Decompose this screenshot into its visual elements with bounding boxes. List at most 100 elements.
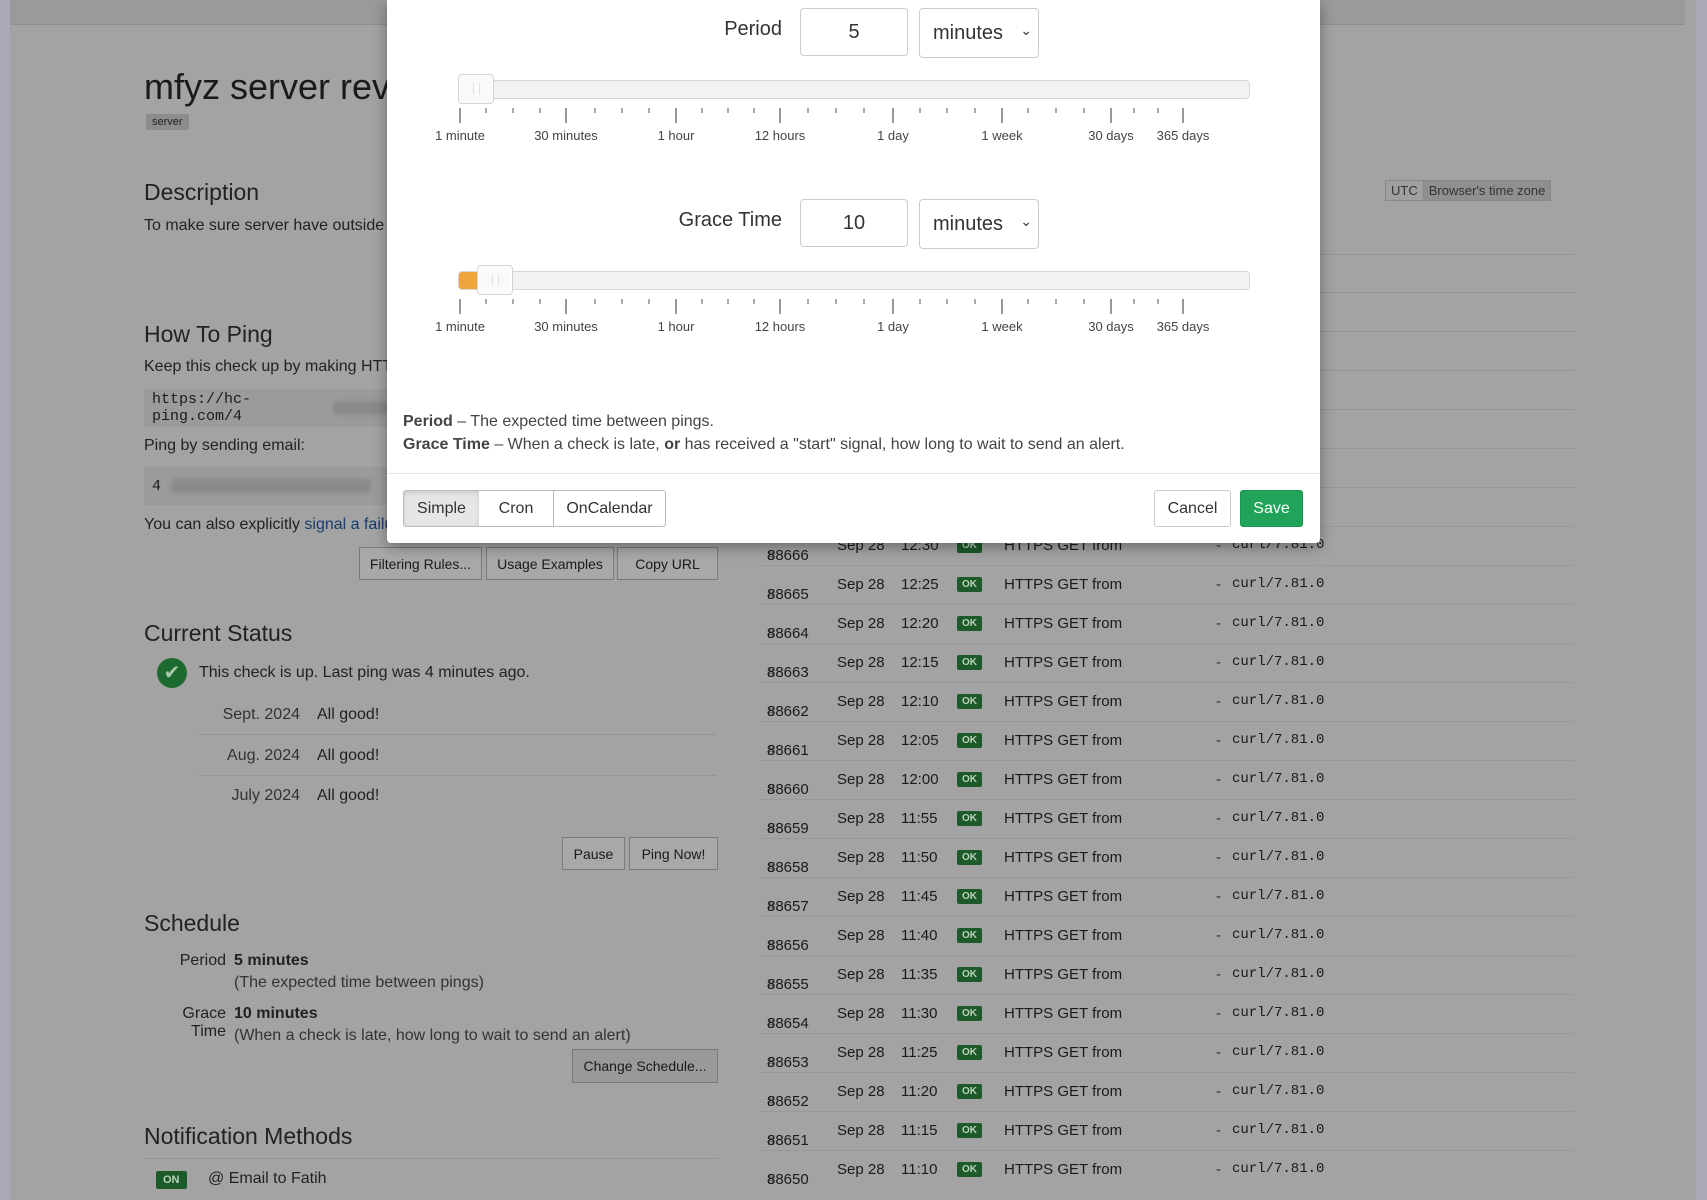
ping-event: HTTPS GET from: [1004, 849, 1123, 866]
grace-unit-select[interactable]: minutes ⌄: [919, 199, 1039, 249]
ping-event: HTTPS GET from: [1004, 1005, 1123, 1022]
ping-email-box[interactable]: 4: [144, 467, 398, 505]
mode-cron-button[interactable]: Cron: [479, 490, 554, 527]
ping-url-box[interactable]: https://hc-ping.com/4: [144, 389, 398, 427]
slider-minor-tick: [512, 299, 514, 304]
ping-date: Sep 28: [837, 927, 885, 944]
ping-status-badge: OK: [957, 733, 982, 748]
slider-minor-tick: [1055, 299, 1057, 304]
grace-time-input[interactable]: 10: [800, 199, 908, 247]
ping-event: HTTPS GET from: [1004, 927, 1123, 944]
scrollbar[interactable]: [1685, 0, 1696, 1200]
period-input[interactable]: 5: [800, 8, 908, 56]
mode-simple-button[interactable]: Simple: [403, 490, 480, 527]
notification-on-badge[interactable]: ON: [156, 1171, 187, 1189]
slider-tick-label: 1 minute: [435, 128, 485, 143]
ping-time: 12:25: [901, 576, 939, 593]
notification-method: @ Email to Fatih: [208, 1170, 327, 1187]
ping-time: 11:10: [901, 1161, 938, 1178]
copy-url-button[interactable]: Copy URL: [617, 547, 718, 580]
ping-time: 12:20: [901, 615, 939, 632]
ping-row[interactable]: #88665 Sep 28 12:25 OK HTTPS GET from - curl/7…: [760, 565, 1575, 605]
ping-row[interactable]: #88651 Sep 28 11:15 OK HTTPS GET from - curl/7…: [760, 1111, 1575, 1151]
ping-row[interactable]: #88663 Sep 28 12:15 OK HTTPS GET from - curl/7…: [760, 643, 1575, 683]
ping-now-button[interactable]: Ping Now!: [629, 837, 718, 870]
ping-row[interactable]: #88655 Sep 28 11:35 OK HTTPS GET from - curl/7…: [760, 955, 1575, 995]
ping-row[interactable]: #88662 Sep 28 12:10 OK HTTPS GET from - curl/7…: [760, 682, 1575, 722]
slider-tick-label: 30 minutes: [534, 319, 598, 334]
slider-minor-tick: [621, 108, 623, 113]
ping-row[interactable]: #88661 Sep 28 12:05 OK HTTPS GET from - curl/7…: [760, 721, 1575, 761]
ping-date: Sep 28: [837, 1161, 885, 1178]
ping-row[interactable]: #88652 Sep 28 11:20 OK HTTPS GET from - curl/7…: [760, 1072, 1575, 1112]
check-tag[interactable]: server: [146, 114, 189, 130]
ping-user-agent: curl/7.81.0: [1232, 927, 1325, 943]
ping-row[interactable]: #88654 Sep 28 11:30 OK HTTPS GET from - curl/7…: [760, 994, 1575, 1034]
filtering-rules-button[interactable]: Filtering Rules...: [359, 547, 482, 580]
slider-tick-label: 1 week: [981, 128, 1023, 143]
browser-timezone-toggle[interactable]: Browser's time zone: [1423, 180, 1552, 201]
ping-email: 4: [152, 477, 162, 495]
save-button[interactable]: Save: [1240, 490, 1303, 527]
slider-minor-tick: [919, 299, 921, 304]
ping-status-badge: OK: [957, 928, 982, 943]
grace-slider-track[interactable]: [458, 271, 1250, 290]
signal-failure-link[interactable]: signal a failu: [304, 516, 393, 533]
ping-row[interactable]: #88657 Sep 28 11:45 OK HTTPS GET from - curl/7…: [760, 877, 1575, 917]
ping-row[interactable]: #88650 Sep 28 11:10 OK HTTPS GET from - curl/7…: [760, 1150, 1575, 1190]
ping-time: 11:45: [901, 888, 938, 905]
change-schedule-button[interactable]: Change Schedule...: [572, 1049, 718, 1083]
grace-slider-handle[interactable]: [477, 265, 513, 295]
slider-minor-tick: [835, 299, 837, 304]
ping-status-badge: OK: [957, 577, 982, 592]
divider: [144, 1158, 718, 1159]
ping-row[interactable]: #88656 Sep 28 11:40 OK HTTPS GET from - curl/7…: [760, 916, 1575, 956]
mode-oncalendar-button[interactable]: OnCalendar: [554, 490, 666, 527]
description-text: To make sure server have outside: [144, 217, 385, 234]
ping-status-badge: OK: [957, 1006, 982, 1021]
slider-minor-tick: [648, 299, 650, 304]
slider-tick-label: 30 days: [1088, 319, 1134, 334]
cancel-button[interactable]: Cancel: [1154, 490, 1231, 527]
ping-row[interactable]: #88658 Sep 28 11:50 OK HTTPS GET from - curl/7…: [760, 838, 1575, 878]
ping-row[interactable]: #88653 Sep 28 11:25 OK HTTPS GET from - curl/7…: [760, 1033, 1575, 1073]
slider-minor-tick: [594, 299, 596, 304]
slider-minor-tick: [1027, 108, 1029, 113]
ping-event: HTTPS GET from: [1004, 654, 1123, 671]
ping-dash: -: [1216, 576, 1221, 593]
schedule-grace-hint: (When a check is late, how long to wait …: [234, 1027, 631, 1044]
ping-url: https://hc-ping.com/4: [152, 391, 252, 425]
ping-row[interactable]: #88660 Sep 28 12:00 OK HTTPS GET from - curl/7…: [760, 760, 1575, 800]
chevron-down-icon: ⌄: [1020, 213, 1032, 229]
slider-minor-tick: [648, 108, 650, 113]
slider-major-tick: [779, 108, 781, 123]
slider-tick-label: 1 hour: [657, 128, 695, 143]
slider-tick-label: 12 hours: [754, 128, 806, 143]
period-slider-track[interactable]: [458, 80, 1250, 99]
slider-minor-tick: [946, 108, 948, 113]
ping-time: 12:15: [901, 654, 939, 671]
slider-minor-tick: [1157, 299, 1159, 304]
slider-minor-tick: [807, 299, 809, 304]
slider-minor-tick: [1055, 108, 1057, 113]
schedule-modal: Period 5 minutes ⌄ 1 minute 30 minutes 1 h…: [387, 0, 1320, 543]
ping-event: HTTPS GET from: [1004, 1044, 1123, 1061]
status-month-2: Aug. 2024: [227, 747, 300, 764]
slider-major-tick: [565, 299, 567, 314]
usage-examples-button[interactable]: Usage Examples: [486, 547, 614, 580]
ping-status-badge: OK: [957, 967, 982, 982]
utc-toggle[interactable]: UTC: [1385, 180, 1424, 201]
pause-button[interactable]: Pause: [562, 837, 625, 870]
slider-major-tick: [675, 299, 677, 314]
ping-row[interactable]: #88664 Sep 28 12:20 OK HTTPS GET from - curl/7…: [760, 604, 1575, 644]
ping-status-badge: OK: [957, 694, 982, 709]
period-unit-select[interactable]: minutes ⌄: [919, 8, 1039, 58]
ping-time: 11:25: [901, 1044, 938, 1061]
slider-major-tick: [1001, 108, 1003, 123]
ping-row[interactable]: #88659 Sep 28 11:55 OK HTTPS GET from - curl/7…: [760, 799, 1575, 839]
period-slider-handle[interactable]: [458, 74, 494, 104]
ping-dash: -: [1216, 927, 1221, 944]
status-text: This check is up. Last ping was 4 minute…: [199, 664, 530, 681]
ping-dash: -: [1216, 888, 1221, 905]
slider-minor-tick: [485, 108, 487, 113]
